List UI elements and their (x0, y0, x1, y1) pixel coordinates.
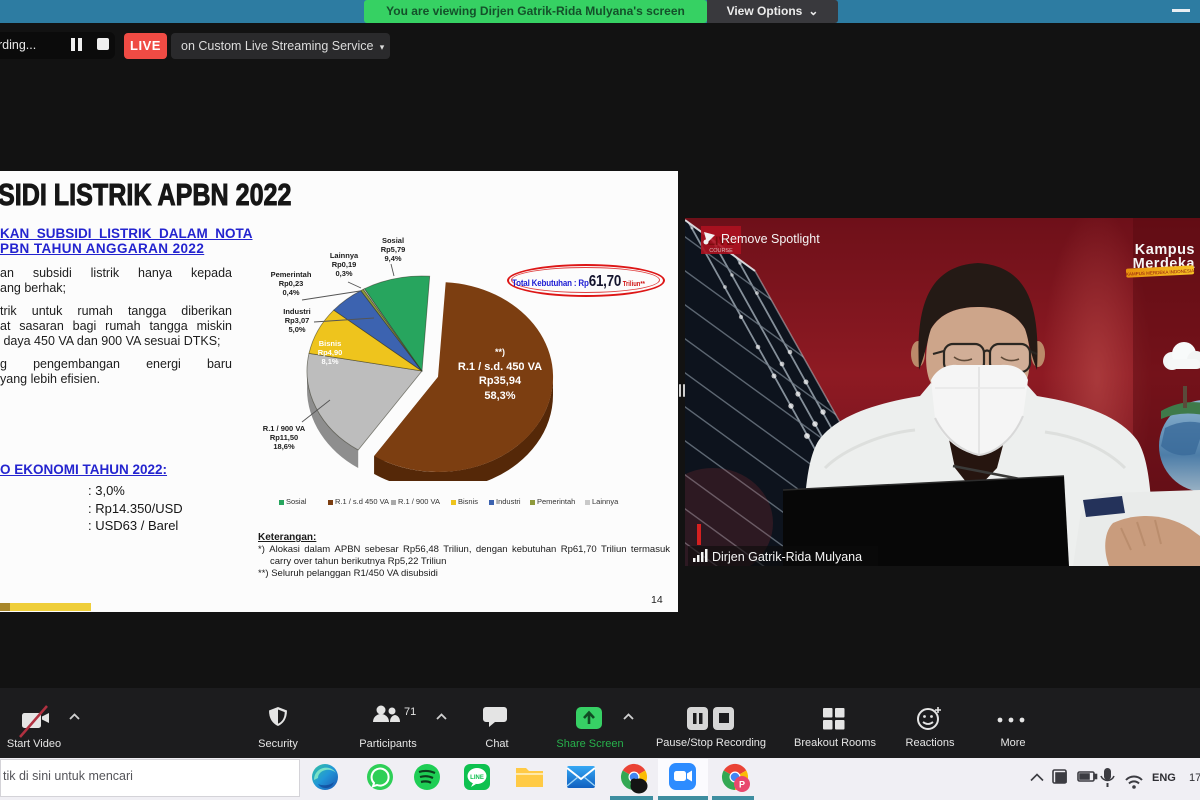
svg-text:ENG: ENG (1152, 772, 1176, 784)
svg-text:P: P (739, 780, 745, 790)
svg-text:17: 17 (1189, 772, 1200, 784)
svg-text:LINE: LINE (470, 775, 484, 781)
svg-text:71: 71 (404, 706, 416, 718)
svg-text:COURSE: COURSE (709, 248, 733, 254)
svg-text:Dirjen Gatrik-Rida Mulyana: Dirjen Gatrik-Rida Mulyana (712, 550, 862, 564)
svg-text:Remove Spotlight: Remove Spotlight (721, 232, 820, 246)
